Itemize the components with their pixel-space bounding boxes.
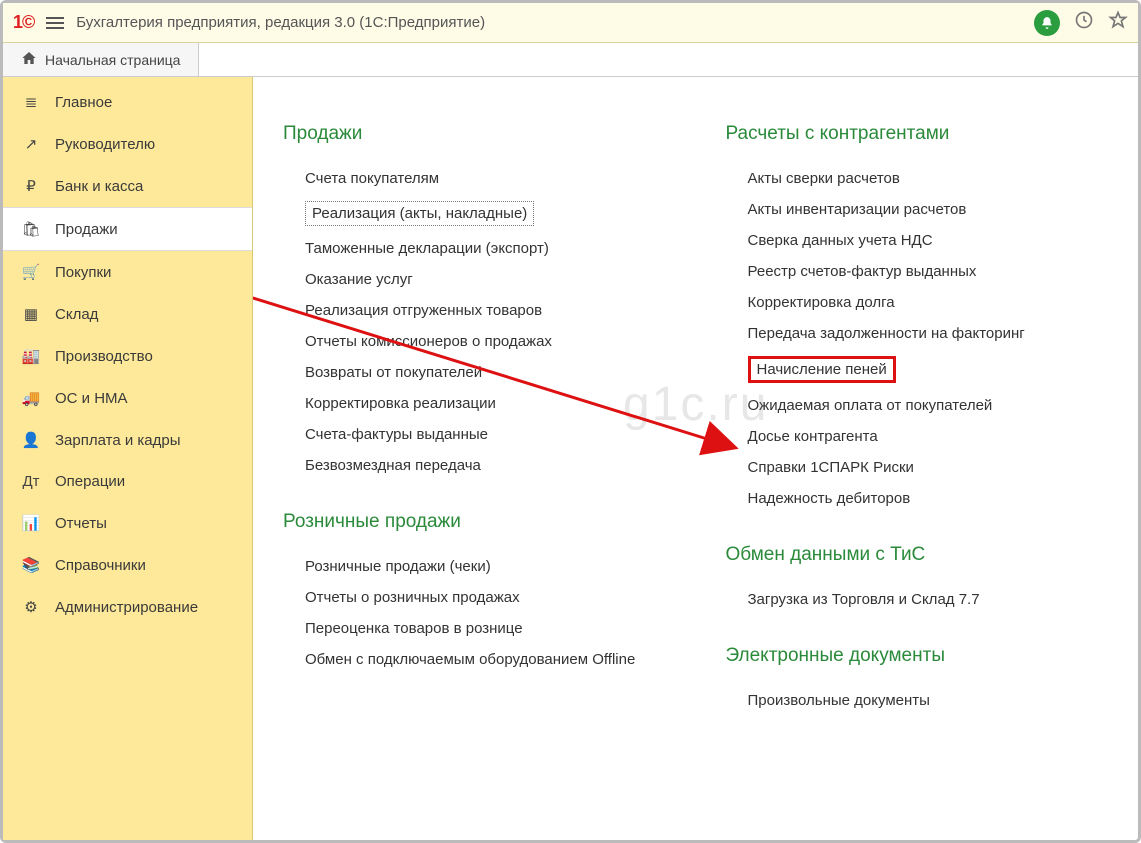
menu-link[interactable]: Надежность дебиторов (726, 483, 1109, 514)
section-title: Расчеты с контрагентами (726, 123, 1109, 145)
app-logo: 1© (13, 12, 34, 33)
sidebar-item-label: Покупки (55, 264, 111, 281)
content-column-1: Продажи Счета покупателям Реализация (акты… (283, 117, 666, 820)
sidebar-item-0[interactable]: ≣ Главное (3, 81, 252, 123)
sidebar-icon: 🛒 (21, 263, 41, 281)
sidebar-item-1[interactable]: ↗ Руководителю (3, 123, 252, 165)
sidebar-icon: 🚚 (21, 389, 41, 407)
sidebar-item-label: Отчеты (55, 515, 107, 532)
topbar-right (1034, 10, 1128, 36)
sidebar-item-10[interactable]: 📊 Отчеты (3, 502, 252, 544)
sidebar-item-label: Продажи (55, 221, 118, 238)
section-title: Электронные документы (726, 645, 1109, 667)
menu-link[interactable]: Акты сверки расчетов (726, 163, 1109, 194)
menu-link[interactable]: Реализация отгруженных товаров (283, 295, 666, 326)
sidebar-item-3[interactable]: 🛍 Продажи (3, 207, 252, 251)
sidebar-icon: Дт (21, 473, 41, 490)
sidebar-icon: ▦ (21, 305, 41, 323)
sidebar-item-8[interactable]: 👤 Зарплата и кадры (3, 419, 252, 461)
menu-link[interactable]: Начисление пеней (726, 349, 1109, 390)
menu-link[interactable]: Сверка данных учета НДС (726, 225, 1109, 256)
section-title: Розничные продажи (283, 511, 666, 533)
history-icon[interactable] (1074, 10, 1094, 35)
sidebar-item-label: Руководителю (55, 136, 155, 153)
tab-bar: Начальная страница (3, 43, 1138, 77)
main-area: ≣ Главное ↗ Руководителю ₽ Банк и касса 🛍 Прода… (3, 77, 1138, 840)
sidebar-item-4[interactable]: 🛒 Покупки (3, 251, 252, 293)
star-icon[interactable] (1108, 10, 1128, 35)
sidebar-item-5[interactable]: ▦ Склад (3, 293, 252, 335)
sidebar-icon: ≣ (21, 93, 41, 111)
sidebar-item-label: Банк и касса (55, 178, 143, 195)
sidebar-icon: ↗ (21, 135, 41, 153)
sidebar-item-label: Операции (55, 473, 125, 490)
menu-link[interactable]: Отчеты о розничных продажах (283, 582, 666, 613)
sidebar-item-7[interactable]: 🚚 ОС и НМА (3, 377, 252, 419)
notifications-button[interactable] (1034, 10, 1060, 36)
sidebar-icon: 🛍 (21, 220, 41, 238)
menu-link[interactable]: Счета-фактуры выданные (283, 419, 666, 450)
link-list: Загрузка из Торговля и Склад 7.7 (726, 584, 1109, 615)
menu-link[interactable]: Обмен с подключаемым оборудованием Offli… (283, 644, 666, 675)
menu-link[interactable]: Отчеты комиссионеров о продажах (283, 326, 666, 357)
sidebar-icon: 🏭 (21, 347, 41, 365)
sidebar-item-label: Производство (55, 348, 153, 365)
link-list: Акты сверки расчетовАкты инвентаризации … (726, 163, 1109, 514)
sidebar-icon: 📚 (21, 556, 41, 574)
menu-link[interactable]: Возвраты от покупателей (283, 357, 666, 388)
menu-link[interactable]: Корректировка реализации (283, 388, 666, 419)
sidebar-item-label: Справочники (55, 557, 146, 574)
menu-link-text: Реализация (акты, накладные) (305, 201, 534, 226)
menu-link[interactable]: Корректировка долга (726, 287, 1109, 318)
link-list: Произвольные документы (726, 685, 1109, 716)
sidebar-item-11[interactable]: 📚 Справочники (3, 544, 252, 586)
menu-link[interactable]: Справки 1СПАРК Риски (726, 452, 1109, 483)
sidebar-item-label: Администрирование (55, 599, 198, 616)
menu-link[interactable]: Таможенные декларации (экспорт) (283, 233, 666, 264)
menu-link-highlight: Начисление пеней (748, 356, 896, 383)
sidebar-item-2[interactable]: ₽ Банк и касса (3, 165, 252, 207)
menu-link[interactable]: Передача задолженности на факторинг (726, 318, 1109, 349)
menu-link[interactable]: Переоценка товаров в рознице (283, 613, 666, 644)
menu-link[interactable]: Розничные продажи (чеки) (283, 551, 666, 582)
menu-link[interactable]: Произвольные документы (726, 685, 1109, 716)
menu-link[interactable]: Оказание услуг (283, 264, 666, 295)
content-column-2: Расчеты с контрагентами Акты сверки расче… (726, 117, 1109, 820)
link-list: Розничные продажи (чеки)Отчеты о розничн… (283, 551, 666, 675)
sidebar-icon: ₽ (21, 177, 41, 195)
topbar: 1© Бухгалтерия предприятия, редакция 3.0… (3, 3, 1138, 43)
menu-link[interactable]: Загрузка из Торговля и Склад 7.7 (726, 584, 1109, 615)
menu-link[interactable]: Акты инвентаризации расчетов (726, 194, 1109, 225)
home-icon (21, 50, 37, 69)
sidebar-item-label: Зарплата и кадры (55, 432, 181, 449)
sidebar-icon: 👤 (21, 431, 41, 449)
sidebar: ≣ Главное ↗ Руководителю ₽ Банк и касса 🛍 Прода… (3, 77, 253, 840)
menu-link[interactable]: Реестр счетов-фактур выданных (726, 256, 1109, 287)
menu-link[interactable]: Досье контрагента (726, 421, 1109, 452)
sidebar-item-6[interactable]: 🏭 Производство (3, 335, 252, 377)
content: Продажи Счета покупателям Реализация (акты… (253, 77, 1138, 840)
section-title: Обмен данными с ТиС (726, 544, 1109, 566)
home-tab[interactable]: Начальная страница (3, 43, 199, 76)
sidebar-item-label: Склад (55, 306, 98, 323)
sidebar-item-12[interactable]: ⚙ Администрирование (3, 586, 252, 628)
menu-link[interactable]: Безвозмездная передача (283, 450, 666, 481)
link-list: Счета покупателям Реализация (акты, накла… (283, 163, 666, 481)
home-tab-label: Начальная страница (45, 52, 180, 68)
menu-link[interactable]: Ожидаемая оплата от покупателей (726, 390, 1109, 421)
sidebar-item-label: ОС и НМА (55, 390, 128, 407)
sidebar-item-label: Главное (55, 94, 112, 111)
menu-link[interactable]: Реализация (акты, накладные) (283, 194, 666, 233)
menu-burger-icon[interactable] (46, 17, 64, 29)
menu-link[interactable]: Счета покупателям (283, 163, 666, 194)
app-title: Бухгалтерия предприятия, редакция 3.0 (1… (76, 14, 485, 31)
section-title: Продажи (283, 123, 666, 145)
sidebar-icon: 📊 (21, 514, 41, 532)
sidebar-item-9[interactable]: Дт Операции (3, 461, 252, 502)
sidebar-icon: ⚙ (21, 598, 41, 616)
